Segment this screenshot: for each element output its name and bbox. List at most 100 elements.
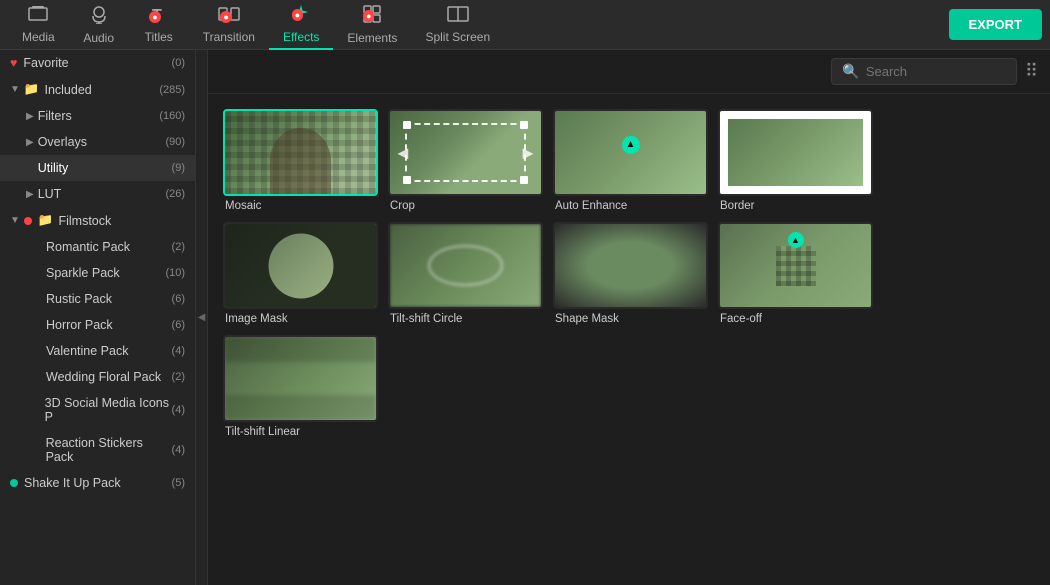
effect-label-crop: Crop xyxy=(388,200,543,212)
nav-titles-label: Titles xyxy=(145,30,173,44)
effect-card-face-off[interactable]: ▲ Face-off xyxy=(718,222,873,325)
sidebar-item-reaction[interactable]: Reaction Stickers Pack (4) xyxy=(0,430,195,470)
effect-card-auto-enhance[interactable]: ▲ Auto Enhance xyxy=(553,109,708,212)
grid-view-icon[interactable]: ⠿ xyxy=(1025,61,1038,82)
effect-card-tiltshift-circle[interactable]: Tilt-shift Circle xyxy=(388,222,543,325)
effects-grid: Mosaic ◀ ▶ Crop xyxy=(208,94,1050,453)
sidebar-collapse-handle[interactable]: ◀ xyxy=(196,50,208,585)
effects-badge: ● xyxy=(292,9,303,21)
sidebar-horror-count: (6) xyxy=(172,319,185,331)
sidebar-item-wedding[interactable]: Wedding Floral Pack (2) xyxy=(0,364,195,390)
sidebar-filters-label: Filters xyxy=(38,109,72,123)
main-content: ♥ Favorite (0) ▼ 📁 Included (285) ▶ Filt… xyxy=(0,50,1050,585)
collapse-chevron-icon: ◀ xyxy=(198,312,206,323)
transition-badge: ● xyxy=(220,11,231,23)
titles-badge: ● xyxy=(149,11,160,23)
sidebar-filters-count: (160) xyxy=(159,110,185,122)
effect-thumb-auto-enhance: ▲ xyxy=(553,109,708,196)
effect-label-shape-mask: Shape Mask xyxy=(553,313,708,325)
effect-label-auto-enhance: Auto Enhance xyxy=(553,200,708,212)
sidebar-social3d-count: (4) xyxy=(172,404,185,416)
effect-label-face-off: Face-off xyxy=(718,313,873,325)
sidebar: ♥ Favorite (0) ▼ 📁 Included (285) ▶ Filt… xyxy=(0,50,196,585)
effect-thumb-tiltshift-linear xyxy=(223,335,378,422)
sidebar-horror-label: Horror Pack xyxy=(46,318,113,332)
sidebar-item-shakeit[interactable]: Shake It Up Pack (5) xyxy=(0,470,195,496)
sidebar-item-overlays[interactable]: ▶ Overlays (90) xyxy=(0,129,195,155)
sidebar-item-included[interactable]: ▼ 📁 Included (285) xyxy=(0,76,195,103)
sidebar-item-utility[interactable]: ▶ Utility (9) xyxy=(0,155,195,181)
sidebar-utility-label: Utility xyxy=(38,161,69,175)
effect-thumb-mosaic xyxy=(223,109,378,196)
effect-thumb-crop: ◀ ▶ xyxy=(388,109,543,196)
sidebar-reaction-count: (4) xyxy=(172,444,185,456)
nav-splitscreen[interactable]: Split Screen xyxy=(411,0,504,50)
effect-card-mosaic[interactable]: Mosaic xyxy=(223,109,378,212)
nav-transition[interactable]: ● Transition xyxy=(189,0,269,50)
search-input[interactable] xyxy=(866,64,1006,79)
sidebar-sparkle-count: (10) xyxy=(165,267,185,279)
effect-thumb-tiltshift-circle xyxy=(388,222,543,309)
effect-thumb-face-off: ▲ xyxy=(718,222,873,309)
effect-card-image-mask[interactable]: Image Mask xyxy=(223,222,378,325)
effect-card-crop[interactable]: ◀ ▶ Crop xyxy=(388,109,543,212)
sidebar-item-valentine[interactable]: Valentine Pack (4) xyxy=(0,338,195,364)
elements-icon: ● xyxy=(362,4,382,29)
search-icon: 🔍 xyxy=(842,63,859,80)
nav-elements[interactable]: ● Elements xyxy=(333,0,411,50)
sidebar-overlays-count: (90) xyxy=(165,136,185,148)
sidebar-item-filters[interactable]: ▶ Filters (160) xyxy=(0,103,195,129)
effect-thumb-image-mask xyxy=(223,222,378,309)
filmstock-dot xyxy=(24,217,32,225)
sidebar-item-horror[interactable]: Horror Pack (6) xyxy=(0,312,195,338)
effect-card-border[interactable]: Border xyxy=(718,109,873,212)
nav-audio[interactable]: Audio xyxy=(69,0,129,50)
overlays-arrow: ▶ xyxy=(26,137,34,148)
filters-arrow: ▶ xyxy=(26,111,34,122)
heart-icon: ♥ xyxy=(10,56,17,70)
sidebar-included-count: (285) xyxy=(159,84,185,96)
folder-icon-filmstock: 📁 xyxy=(38,213,54,228)
sidebar-item-romantic[interactable]: Romantic Pack (2) xyxy=(0,234,195,260)
sidebar-wedding-count: (2) xyxy=(172,371,185,383)
sidebar-shakeit-count: (5) xyxy=(172,477,185,489)
top-navigation: Media Audio T ● Titles ● Transition ● Ef… xyxy=(0,0,1050,50)
sidebar-sparkle-label: Sparkle Pack xyxy=(46,266,120,280)
nav-effects[interactable]: ● Effects xyxy=(269,0,333,50)
effect-thumb-border xyxy=(718,109,873,196)
effect-label-mosaic: Mosaic xyxy=(223,200,378,212)
effect-label-tiltshift-linear: Tilt-shift Linear xyxy=(223,426,378,438)
sidebar-item-rustic[interactable]: Rustic Pack (6) xyxy=(0,286,195,312)
folder-icon-included: 📁 xyxy=(24,82,40,97)
export-button[interactable]: EXPORT xyxy=(949,9,1042,40)
sidebar-reaction-label: Reaction Stickers Pack xyxy=(46,436,172,464)
splitscreen-icon xyxy=(447,5,469,28)
enhance-dot: ▲ xyxy=(622,136,640,154)
sidebar-shakeit-label: Shake It Up Pack xyxy=(24,476,121,490)
nav-elements-label: Elements xyxy=(347,31,397,45)
content-area: 🔍 ⠿ Mosaic xyxy=(208,50,1050,585)
effect-card-shape-mask[interactable]: Shape Mask xyxy=(553,222,708,325)
sidebar-item-sparkle[interactable]: Sparkle Pack (10) xyxy=(0,260,195,286)
transition-icon: ● xyxy=(218,5,240,28)
effect-label-border: Border xyxy=(718,200,873,212)
sidebar-item-filmstock[interactable]: ▼ 📁 Filmstock xyxy=(0,207,195,234)
nav-titles[interactable]: T ● Titles xyxy=(129,0,189,50)
sidebar-included-label: Included xyxy=(44,83,91,97)
filmstock-collapse-arrow[interactable]: ▼ xyxy=(10,215,20,226)
included-collapse-arrow[interactable]: ▼ xyxy=(10,84,20,95)
sidebar-item-lut[interactable]: ▶ LUT (26) xyxy=(0,181,195,207)
sidebar-filmstock-label: Filmstock xyxy=(58,214,111,228)
nav-transition-label: Transition xyxy=(203,30,255,44)
shakeit-dot xyxy=(10,479,18,487)
sidebar-social3d-label: 3D Social Media Icons P xyxy=(45,396,172,424)
sidebar-lut-count: (26) xyxy=(165,188,185,200)
nav-media[interactable]: Media xyxy=(8,0,69,50)
sidebar-favorite-count: (0) xyxy=(172,57,185,69)
sidebar-item-social3d[interactable]: 3D Social Media Icons P (4) xyxy=(0,390,195,430)
nav-effects-label: Effects xyxy=(283,30,319,44)
sidebar-item-favorite[interactable]: ♥ Favorite (0) xyxy=(0,50,195,76)
effect-card-tiltshift-linear[interactable]: Tilt-shift Linear xyxy=(223,335,378,438)
media-icon xyxy=(28,5,48,28)
audio-icon xyxy=(90,4,108,29)
